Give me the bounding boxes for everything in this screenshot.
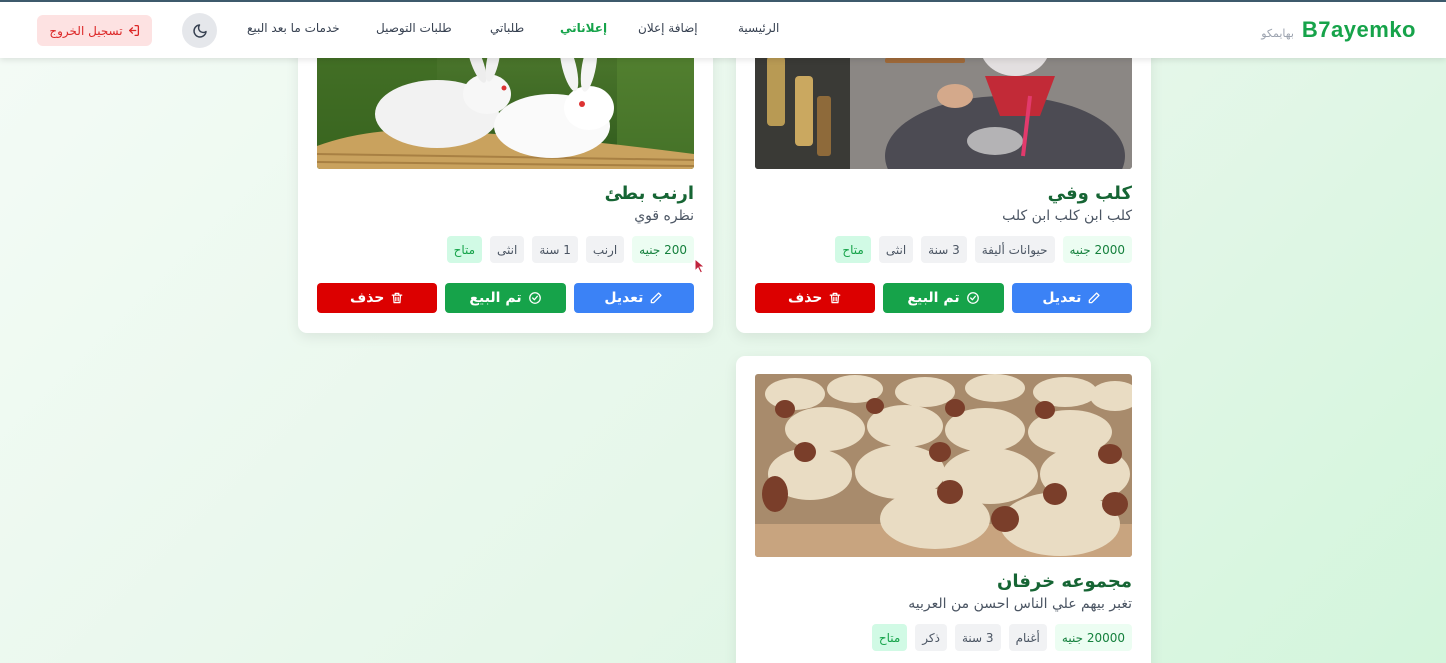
logout-button[interactable]: تسجيل الخروج [37, 15, 152, 46]
nav-home[interactable]: الرئيسية [738, 21, 779, 35]
edit-button[interactable]: تعديل [573, 283, 694, 313]
delete-button[interactable]: حذف [317, 283, 438, 313]
sold-label: تم البيع [469, 290, 522, 306]
price-badge: 200 جنيه [632, 236, 694, 263]
nav-delivery-requests[interactable]: طلبات التوصيل [376, 21, 452, 35]
window-top-border [0, 0, 1446, 2]
nav-add-ad[interactable]: إضافة إعلان [638, 21, 698, 35]
price-badge: 20000 جنيه [1054, 624, 1132, 651]
ad-title: مجموعه خرفان [996, 571, 1132, 592]
edit-label: تعديل [1042, 290, 1082, 306]
ad-description: نظره قوي [634, 208, 694, 224]
ad-card: ارنب بطئ نظره قوي 200 جنيه ارنب 1 سنة ان… [298, 36, 713, 333]
category-badge: أغنام [1008, 624, 1047, 651]
nav-after-sale[interactable]: خدمات ما بعد البيع [247, 21, 340, 35]
ad-image-sheep[interactable] [755, 374, 1132, 557]
delete-label: حذف [787, 290, 823, 306]
mouse-cursor-icon [694, 258, 706, 274]
nav-my-ads[interactable]: إعلاناتي [560, 21, 607, 35]
ad-tags: 200 جنيه ارنب 1 سنة انثى متاح [317, 236, 694, 263]
ad-actions: تعديل تم البيع حذف [317, 283, 694, 313]
status-badge: متاح [871, 624, 908, 651]
logout-label: تسجيل الخروج [49, 23, 123, 38]
pencil-icon [1089, 292, 1100, 304]
brand-logo[interactable]: بهايمكو B7ayemko [1261, 17, 1416, 43]
delete-button[interactable]: حذف [755, 283, 876, 313]
ad-card: كلب وفي كلب ابن كلب ابن كلب 2000 جنيه حي… [736, 36, 1151, 333]
type-badge: ارنب [585, 236, 625, 263]
sign-out-icon [128, 24, 139, 37]
ad-description: تغبر بيهم علي الناس احسن من العربيه [908, 596, 1132, 612]
sold-label: تم البيع [907, 290, 960, 306]
status-badge: متاح [835, 236, 871, 263]
brand-name: B7ayemko [1301, 17, 1416, 42]
age-badge: 3 سنة [954, 624, 1001, 651]
price-badge: 2000 جنيه [1062, 236, 1132, 263]
navbar: بهايمكو B7ayemko الرئيسية إضافة إعلان إع… [0, 2, 1446, 58]
age-badge: 1 سنة [532, 236, 578, 263]
category-badge: حيوانات أليفة [974, 236, 1055, 263]
ad-tags: 20000 جنيه أغنام 3 سنة ذكر متاح [755, 624, 1132, 651]
trash-icon [392, 292, 403, 304]
ad-card-body: مجموعه خرفان تغبر بيهم علي الناس احسن من… [755, 570, 1132, 651]
trash-icon [830, 292, 841, 304]
theme-toggle-button[interactable] [182, 13, 217, 48]
ad-card-body: كلب وفي كلب ابن كلب ابن كلب 2000 جنيه حي… [755, 182, 1132, 263]
check-circle-icon [528, 292, 541, 304]
gender-badge: انثى [490, 236, 525, 263]
delete-label: حذف [349, 290, 385, 306]
ad-title: ارنب بطئ [604, 183, 694, 204]
mark-sold-button[interactable]: تم البيع [445, 283, 566, 313]
brand-tagline: بهايمكو [1261, 27, 1294, 40]
moon-icon [192, 23, 207, 38]
ad-card: مجموعه خرفان تغبر بيهم علي الناس احسن من… [736, 356, 1151, 663]
nav-my-requests[interactable]: طلباتي [490, 21, 524, 35]
gender-badge: ذكر [915, 624, 947, 651]
ad-card-body: ارنب بطئ نظره قوي 200 جنيه ارنب 1 سنة ان… [317, 182, 694, 263]
ad-description: كلب ابن كلب ابن كلب [1002, 208, 1132, 224]
age-badge: 3 سنة [921, 236, 967, 263]
check-circle-icon [966, 292, 979, 304]
ad-title: كلب وفي [1047, 183, 1132, 204]
gender-badge: انثى [878, 236, 914, 263]
ad-actions: تعديل تم البيع حذف [755, 283, 1132, 313]
edit-button[interactable]: تعديل [1011, 283, 1132, 313]
pencil-icon [651, 292, 662, 304]
mark-sold-button[interactable]: تم البيع [883, 283, 1004, 313]
edit-label: تعديل [604, 290, 644, 306]
ad-tags: 2000 جنيه حيوانات أليفة 3 سنة انثى متاح [755, 236, 1132, 263]
status-badge: متاح [446, 236, 483, 263]
